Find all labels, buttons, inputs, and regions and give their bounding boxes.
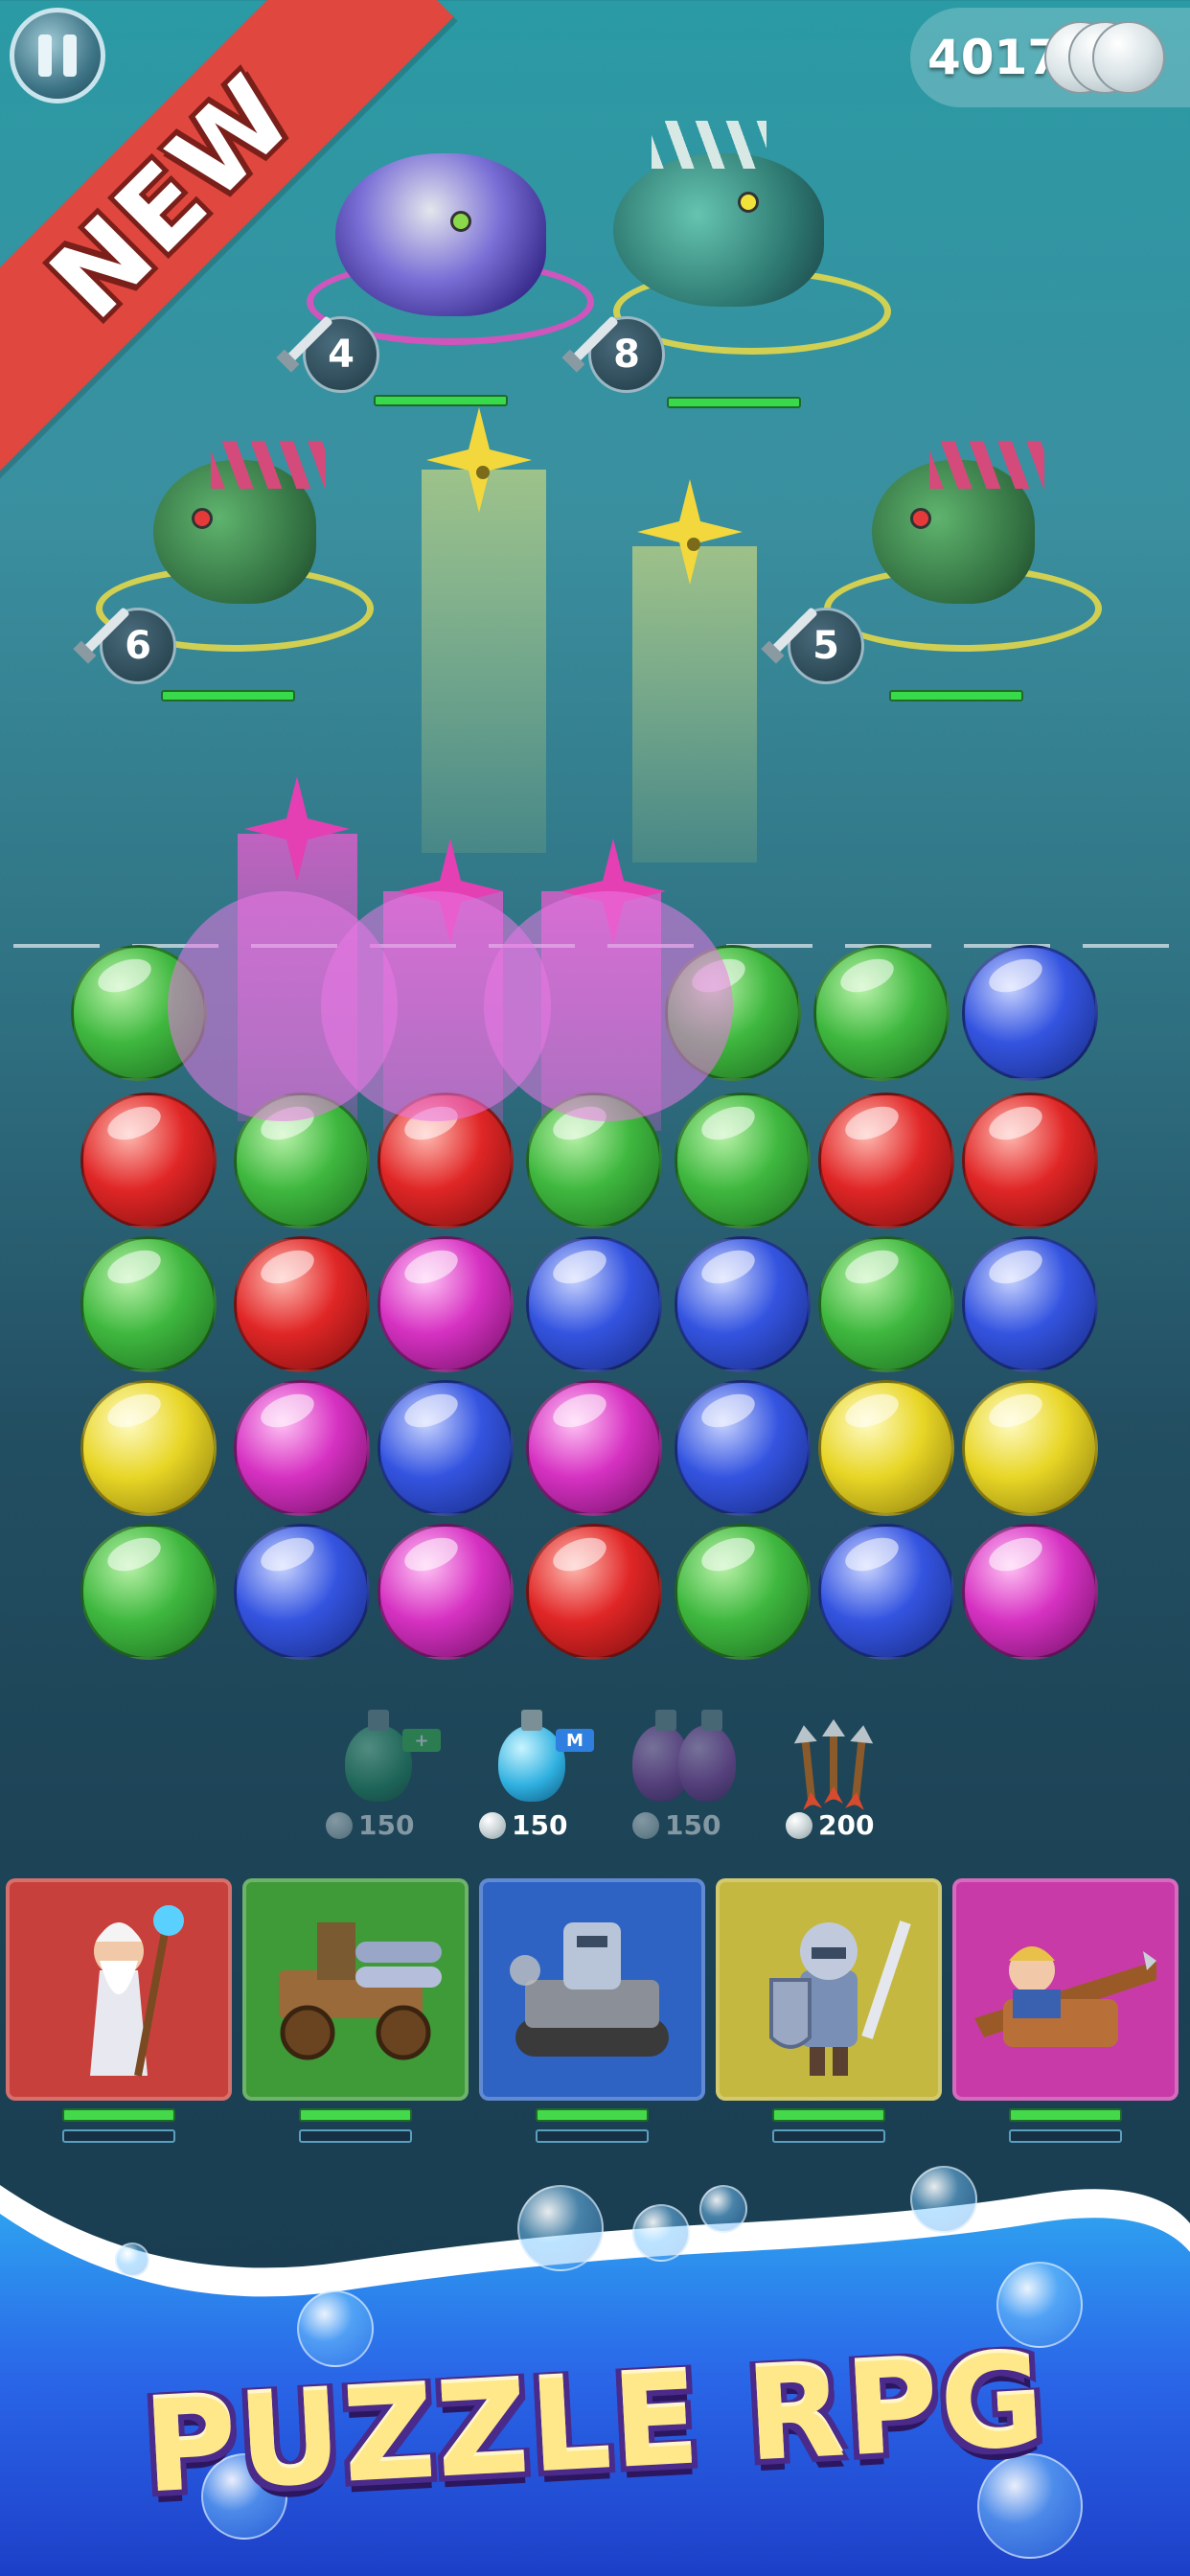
- item-green-potion[interactable]: + 150: [326, 1710, 450, 1869]
- bubble-board[interactable]: [0, 0, 1190, 1725]
- yellow-bubble[interactable]: [818, 1380, 954, 1516]
- arrows-icon: [801, 1737, 816, 1806]
- blue-bubble[interactable]: [234, 1524, 370, 1660]
- hero-card-tank[interactable]: [479, 1878, 705, 2101]
- red-bubble[interactable]: [234, 1236, 370, 1372]
- pop-effect: [484, 891, 733, 1121]
- pearl-icon: [479, 1811, 506, 1839]
- blue-bubble[interactable]: [378, 1380, 514, 1516]
- hero-card-ballista[interactable]: [952, 1878, 1179, 2101]
- red-bubble[interactable]: [818, 1092, 954, 1229]
- hero-health-bar: [536, 2108, 649, 2122]
- ballista-icon: [974, 1946, 1156, 2047]
- blue-bubble[interactable]: [962, 945, 1098, 1081]
- magenta-bubble[interactable]: [378, 1236, 514, 1372]
- hero-card-knight[interactable]: [716, 1878, 942, 2101]
- deco-bubble: [910, 2166, 977, 2233]
- hero-health-bar: [1009, 2108, 1122, 2122]
- blue-bubble[interactable]: [675, 1236, 811, 1372]
- pearl-icon: [632, 1811, 659, 1839]
- red-bubble[interactable]: [526, 1524, 662, 1660]
- blue-bubble[interactable]: [675, 1380, 811, 1516]
- magenta-bubble[interactable]: [234, 1380, 370, 1516]
- blue-bubble[interactable]: [962, 1236, 1098, 1372]
- pearl-icon: [326, 1811, 353, 1839]
- hero-mana-bar: [1009, 2129, 1122, 2143]
- deco-bubble: [517, 2185, 604, 2271]
- green-bubble[interactable]: [80, 1524, 217, 1660]
- deco-bubble: [115, 2242, 149, 2277]
- knight-icon: [769, 1920, 911, 2076]
- magenta-bubble[interactable]: [526, 1380, 662, 1516]
- red-bubble[interactable]: [80, 1092, 217, 1229]
- blue-bubble[interactable]: [526, 1236, 662, 1372]
- hero-card-wizard[interactable]: [6, 1878, 232, 2101]
- green-bubble[interactable]: [80, 1236, 217, 1372]
- hero-health-bar: [62, 2108, 175, 2122]
- green-bubble[interactable]: [818, 1236, 954, 1372]
- item-cost: 150: [512, 1809, 568, 1841]
- wizard-icon: [90, 1905, 184, 2077]
- hero-health-bar: [772, 2108, 885, 2122]
- deco-bubble: [699, 2185, 747, 2233]
- hero-mana-bar: [299, 2129, 412, 2143]
- pearl-icon: [786, 1811, 812, 1839]
- catapult-icon: [279, 1922, 442, 2060]
- red-bubble[interactable]: [962, 1092, 1098, 1229]
- blue-bubble[interactable]: [818, 1524, 954, 1660]
- magenta-bubble[interactable]: [378, 1524, 514, 1660]
- hero-card-catapult[interactable]: [242, 1878, 469, 2101]
- item-purple-potions[interactable]: 150: [632, 1710, 757, 1869]
- item-cost: 150: [358, 1809, 415, 1841]
- item-arrows[interactable]: 200: [786, 1719, 910, 1869]
- green-bubble[interactable]: [813, 945, 950, 1081]
- tank-icon: [510, 1922, 669, 2057]
- item-blue-potion[interactable]: M 150: [479, 1710, 604, 1869]
- yellow-bubble[interactable]: [80, 1380, 217, 1516]
- item-cost: 200: [818, 1809, 875, 1841]
- yellow-bubble[interactable]: [962, 1380, 1098, 1516]
- hero-mana-bar: [536, 2129, 649, 2143]
- item-cost: 150: [665, 1809, 721, 1841]
- hero-mana-bar: [772, 2129, 885, 2143]
- green-bubble[interactable]: [675, 1092, 811, 1229]
- hero-health-bar: [299, 2108, 412, 2122]
- magenta-bubble[interactable]: [962, 1524, 1098, 1660]
- deco-bubble: [632, 2204, 690, 2262]
- green-bubble[interactable]: [675, 1524, 811, 1660]
- hero-mana-bar: [62, 2129, 175, 2143]
